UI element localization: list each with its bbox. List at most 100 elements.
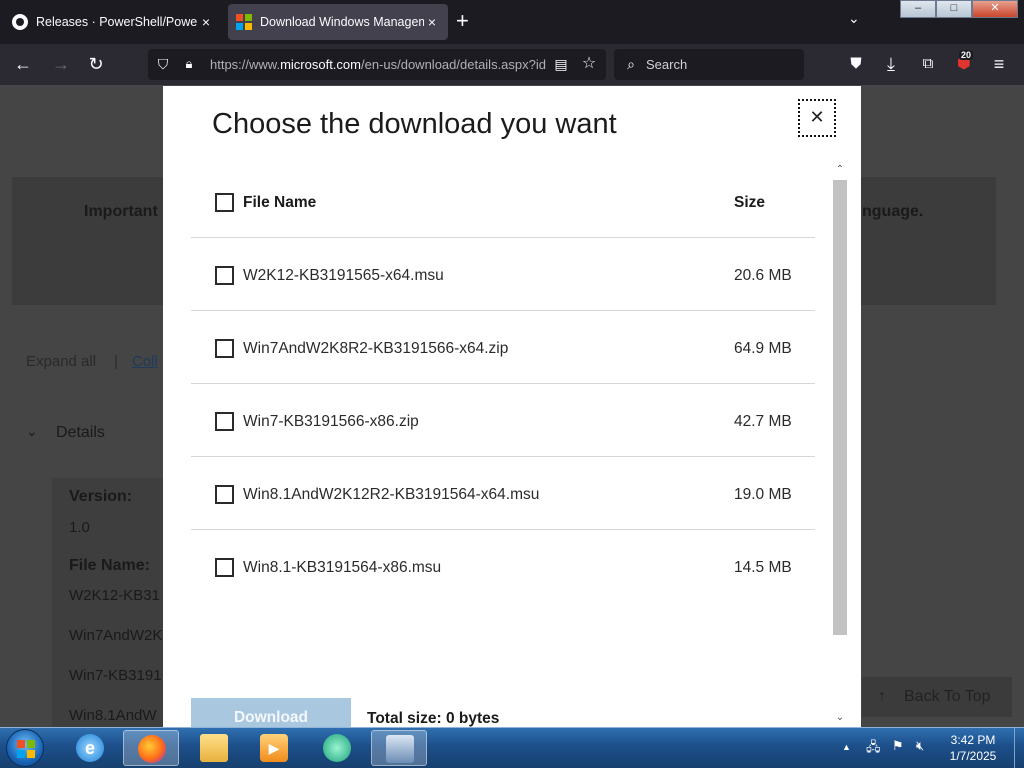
url-bar[interactable]: ⛉ 🔒︎ https://www.microsoft.com/en-us/dow… — [148, 49, 606, 80]
tab-releases[interactable]: Releases · PowerShell/PowerShell × — [4, 4, 222, 40]
download-dialog: Choose the download you want ✕ File Name… — [163, 86, 861, 727]
scroll-up-icon[interactable]: ⌃ — [832, 164, 848, 178]
file-name: Win7-KB3191566-x86.zip — [243, 413, 419, 430]
file-size: 14.5 MB — [734, 559, 792, 576]
reader-view-icon[interactable]: ▤ — [550, 53, 572, 75]
reload-icon[interactable]: ↻ — [85, 53, 107, 75]
clock-time: 3:42 PM — [950, 733, 996, 747]
file-size: 42.7 MB — [734, 413, 792, 430]
list-all-tabs-icon[interactable]: ⌄ — [848, 10, 860, 27]
tab-download[interactable]: Download Windows Management Framework × — [228, 4, 448, 40]
select-all-checkbox[interactable] — [215, 193, 234, 212]
search-placeholder: Search — [646, 57, 688, 72]
volume-muted-icon[interactable]: 🔇︎ — [916, 738, 924, 754]
file-name-item: Win8.1AndW — [69, 707, 157, 724]
version-value: 1.0 — [69, 519, 90, 536]
file-name-item: Win7-KB3191 — [69, 667, 162, 684]
taskbar: e ▶ ▲ 🖧︎ ⚑ 🔇︎ 3:42 PM 1/7/2025 — [0, 727, 1024, 768]
bookmark-star-icon[interactable]: ☆ — [578, 53, 600, 75]
messenger-icon[interactable] — [309, 730, 365, 766]
tab-title: Releases · PowerShell/PowerShell — [36, 15, 198, 29]
file-name: Win8.1AndW2K12R2-KB3191564-x64.msu — [243, 486, 540, 503]
scrollbar-thumb[interactable] — [833, 180, 847, 635]
extensions-icon[interactable]: ⧉ — [917, 53, 939, 75]
close-window-button[interactable]: ✕ — [972, 0, 1018, 18]
file-name-label: File Name: — [69, 557, 150, 574]
minimize-button[interactable]: – — [900, 0, 936, 18]
browser-titlebar: Releases · PowerShell/PowerShell × Downl… — [0, 0, 1024, 44]
start-button[interactable] — [6, 729, 44, 767]
tab-title: Download Windows Management Framework — [260, 15, 424, 29]
column-header-size: Size — [734, 194, 766, 211]
system-clock[interactable]: 3:42 PM 1/7/2025 — [940, 732, 1006, 764]
file-name: Win8.1-KB3191564-x86.msu — [243, 559, 442, 576]
github-icon — [12, 14, 28, 30]
firefox-icon[interactable] — [123, 730, 179, 766]
file-size: 64.9 MB — [734, 340, 792, 357]
pocket-icon[interactable]: ⛊ — [845, 53, 867, 75]
back-to-top-button[interactable]: ↑ Back To Top — [862, 677, 1012, 717]
microsoft-icon — [236, 14, 252, 30]
back-icon[interactable]: ← — [12, 53, 34, 75]
collapse-all-link[interactable]: Coll — [132, 353, 158, 370]
file-size: 19.0 MB — [734, 486, 792, 503]
file-table: File Name Size W2K12-KB3191565-x64.msu 2… — [191, 164, 815, 603]
scroll-down-icon[interactable]: ⌄ — [832, 712, 848, 726]
file-checkbox[interactable] — [215, 266, 234, 285]
maximize-button[interactable]: □ — [936, 0, 972, 18]
table-row[interactable]: Win7-KB3191566-x86.zip 42.7 MB — [191, 384, 815, 457]
search-bar[interactable]: ⌕ Search — [614, 49, 804, 80]
clock-date: 1/7/2025 — [949, 749, 997, 763]
navigation-toolbar: ← → ↻ ⛉ 🔒︎ https://www.microsoft.com/en-… — [0, 44, 1024, 85]
file-name: Win7AndW2K8R2-KB3191566-x64.zip — [243, 340, 509, 357]
file-name-item: Win7AndW2K — [69, 627, 163, 644]
close-icon[interactable]: ✕ — [798, 99, 836, 137]
file-checkbox[interactable] — [215, 339, 234, 358]
table-row[interactable]: W2K12-KB3191565-x64.msu 20.6 MB — [191, 238, 815, 311]
url-text[interactable]: https://www.microsoft.com/en-us/download… — [210, 57, 546, 72]
file-explorer-icon[interactable] — [186, 730, 242, 766]
separator: | — [114, 353, 118, 370]
back-to-top-label: Back To Top — [904, 688, 991, 705]
table-row[interactable]: Win8.1AndW2K12R2-KB3191564-x64.msu 19.0 … — [191, 457, 815, 530]
chevron-down-icon[interactable]: ⌄ — [26, 423, 38, 440]
arrow-up-icon: ↑ — [878, 688, 886, 705]
download-button[interactable]: Download — [191, 698, 351, 727]
tab-close-icon[interactable]: × — [198, 14, 214, 30]
network-tray-icon[interactable]: 🖧︎ — [866, 738, 881, 760]
new-tab-button[interactable]: + — [456, 10, 469, 32]
language-text: nguage. — [862, 203, 924, 220]
dialog-title: Choose the download you want — [212, 108, 617, 140]
file-size: 20.6 MB — [734, 267, 792, 284]
menu-icon[interactable]: ≡ — [988, 53, 1010, 75]
show-desktop-button[interactable] — [1014, 728, 1024, 768]
internet-explorer-icon[interactable]: e — [62, 730, 118, 766]
network-app-icon[interactable] — [371, 730, 427, 766]
action-center-flag-icon[interactable]: ⚑ — [892, 738, 904, 754]
important-text: Important — [84, 203, 158, 220]
expand-all-link[interactable]: Expand all — [26, 353, 96, 370]
tracking-protection-icon[interactable]: ⛉ — [152, 53, 174, 75]
forward-icon[interactable]: → — [50, 53, 72, 75]
dialog-scrollbar[interactable]: ⌃ ⌄ — [831, 164, 849, 727]
tab-close-icon[interactable]: × — [424, 14, 440, 30]
show-hidden-icons[interactable]: ▲ — [842, 742, 851, 752]
downloads-icon[interactable]: ⤓ — [880, 53, 902, 75]
window-controls: – □ ✕ — [900, 0, 1018, 18]
lock-icon[interactable]: 🔒︎ — [178, 53, 200, 75]
table-header-row: File Name Size — [191, 164, 815, 238]
table-row[interactable]: Win7AndW2K8R2-KB3191566-x64.zip 64.9 MB — [191, 311, 815, 384]
file-checkbox[interactable] — [215, 558, 234, 577]
file-checkbox[interactable] — [215, 485, 234, 504]
windows-logo-icon — [17, 740, 35, 758]
extension-badge: 20 — [959, 50, 974, 60]
file-name-item: W2K12-KB31 — [69, 587, 160, 604]
details-heading[interactable]: Details — [56, 424, 105, 442]
total-size-text: Total size: 0 bytes — [367, 710, 500, 727]
media-player-icon[interactable]: ▶ — [246, 730, 302, 766]
table-row[interactable]: Win8.1-KB3191564-x86.msu 14.5 MB — [191, 530, 815, 603]
file-name: W2K12-KB3191565-x64.msu — [243, 267, 444, 284]
version-label: Version: — [69, 488, 133, 505]
column-header-file-name: File Name — [243, 194, 317, 211]
file-checkbox[interactable] — [215, 412, 234, 431]
